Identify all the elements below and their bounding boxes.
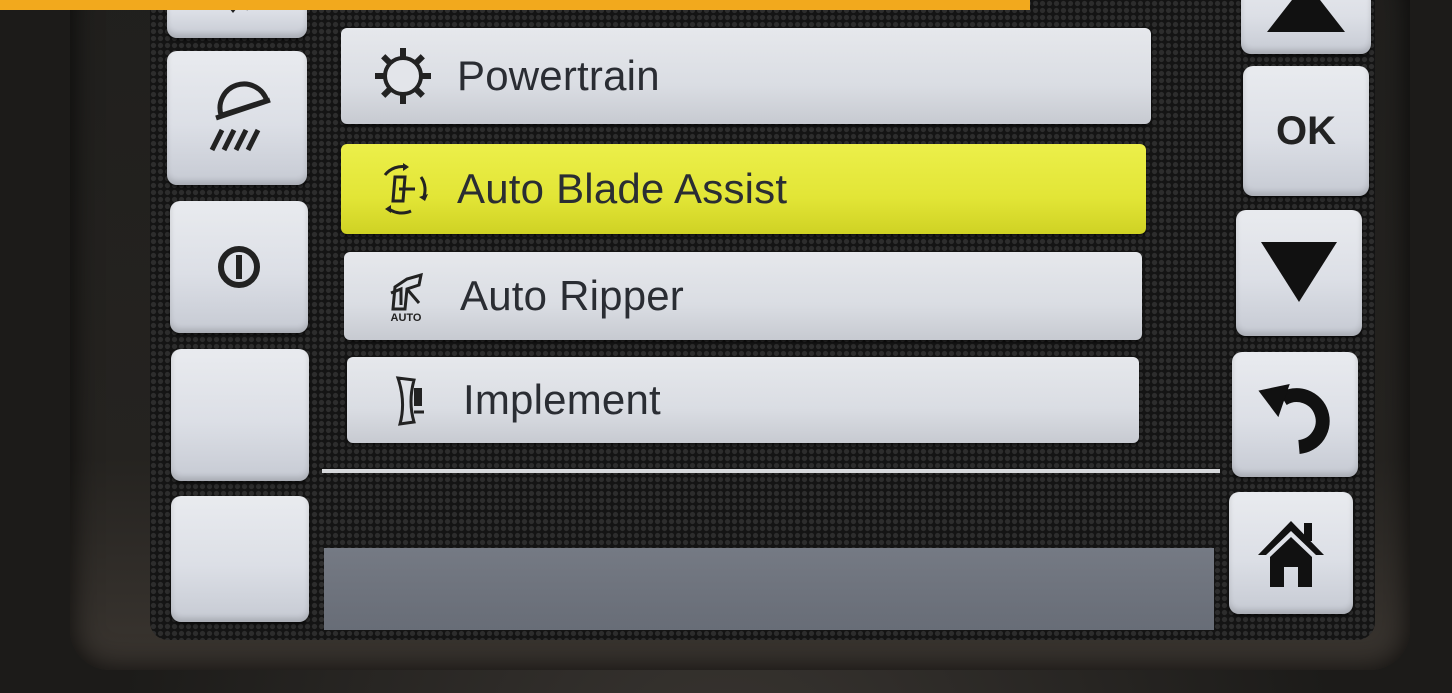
ok-button[interactable]: OK	[1243, 66, 1369, 196]
scroll-down-button[interactable]	[1236, 210, 1362, 336]
down-arrow-icon	[1261, 242, 1337, 302]
auto-ripper-icon-caption: AUTO	[390, 311, 422, 324]
work-light-icon	[209, 81, 271, 152]
menu-item-label: Auto Ripper	[460, 272, 684, 319]
home-button[interactable]	[1229, 492, 1353, 614]
menu-item-label: Auto Blade Assist	[457, 165, 788, 212]
home-icon	[1258, 521, 1324, 587]
work-lights-button[interactable]	[167, 51, 307, 185]
menu-item-label: Powertrain	[457, 52, 660, 99]
top-banner	[0, 0, 1030, 10]
menu-item-implement[interactable]: Implement	[347, 357, 1139, 443]
implement-icon	[379, 370, 439, 430]
scroll-up-button[interactable]	[1241, 0, 1371, 54]
gear-icon	[373, 46, 433, 106]
back-button[interactable]	[1232, 352, 1358, 477]
power-icon	[218, 246, 260, 288]
back-icon	[1258, 383, 1330, 454]
blade-assist-icon	[373, 159, 433, 219]
left-softkey-blank-1[interactable]	[171, 349, 309, 481]
display-photo: Powertrain Auto Blade Assist AUTO Auto R…	[0, 0, 1452, 693]
up-arrow-icon	[1267, 0, 1345, 32]
menu-item-powertrain[interactable]: Powertrain	[341, 28, 1151, 124]
menu-item-auto-blade-assist[interactable]: Auto Blade Assist	[341, 144, 1146, 234]
menu-item-label: Implement	[463, 376, 661, 423]
screen-divider	[322, 469, 1220, 473]
menu-item-auto-ripper[interactable]: AUTO Auto Ripper	[344, 252, 1142, 340]
left-softkey-blank-2[interactable]	[171, 496, 309, 622]
status-bar	[324, 548, 1214, 630]
power-button[interactable]	[170, 201, 308, 333]
auto-ripper-icon: AUTO	[376, 266, 436, 326]
ok-label: OK	[1276, 108, 1336, 153]
